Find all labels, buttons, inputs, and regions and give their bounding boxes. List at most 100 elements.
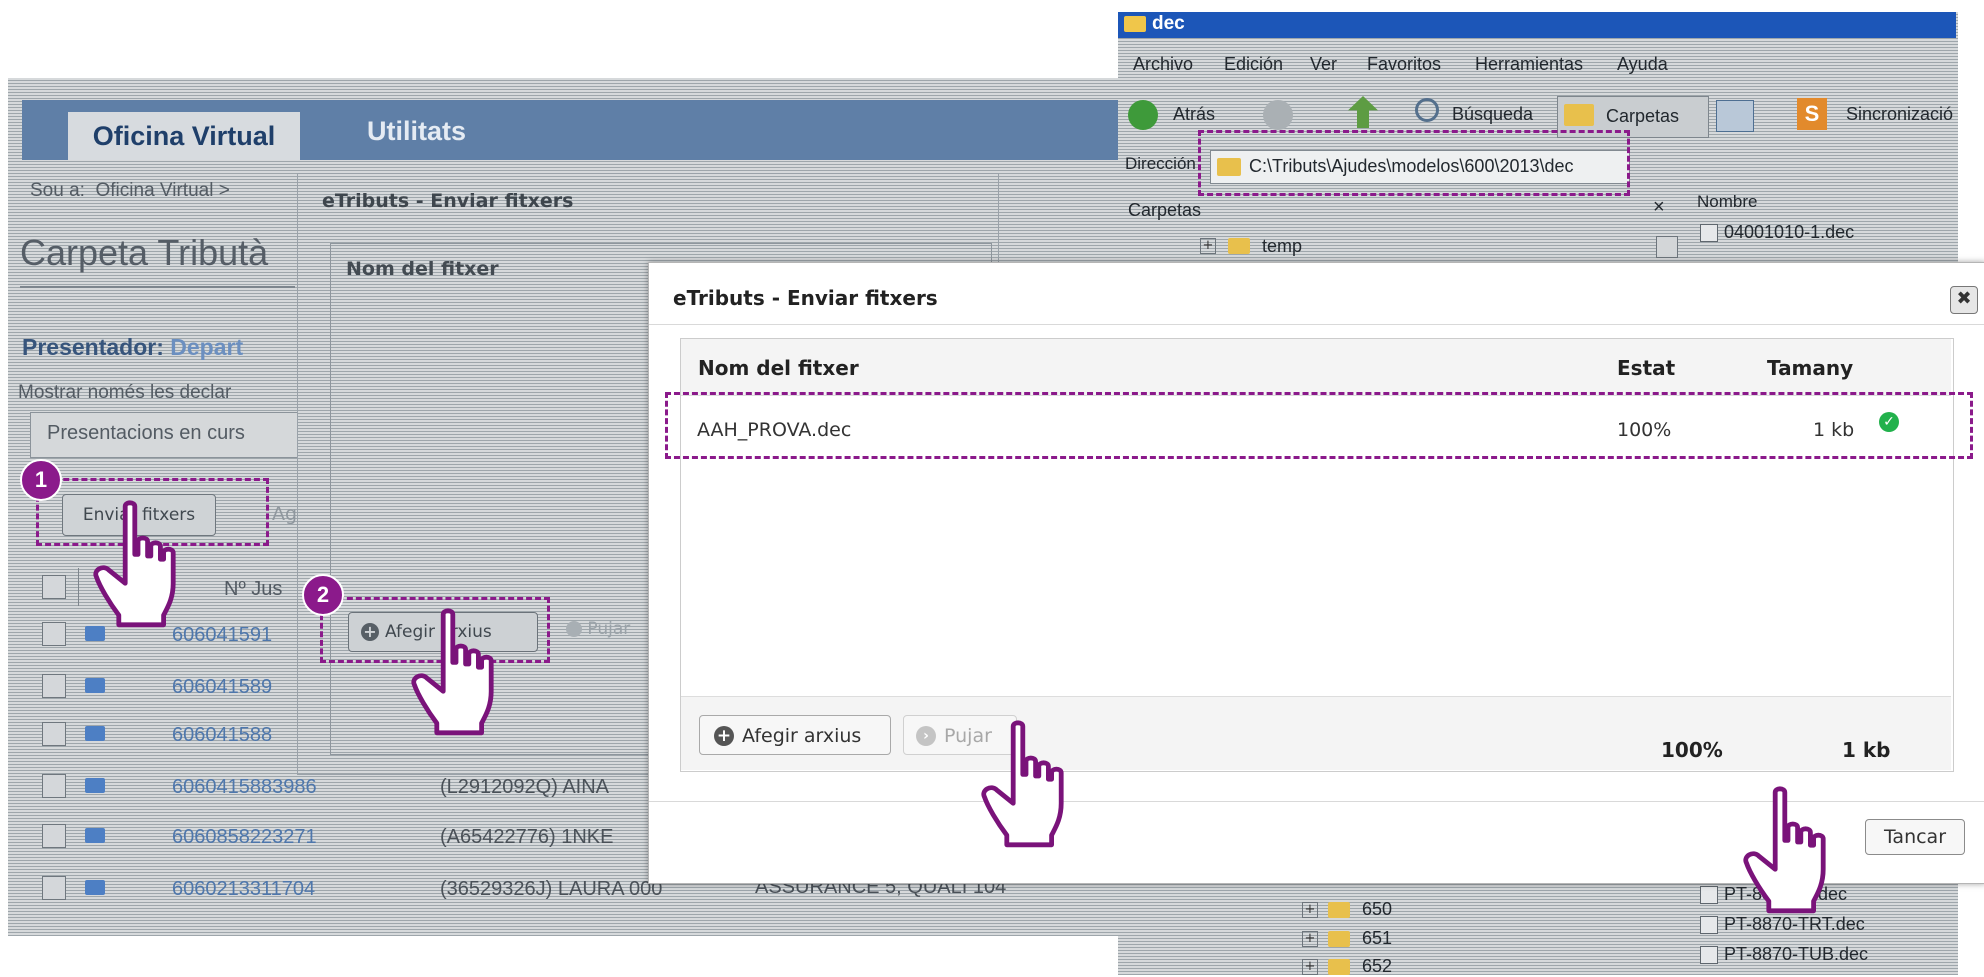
total-size: 1 kb <box>1842 738 1891 762</box>
toolbar-sync[interactable]: Sincronizació <box>1846 104 1953 125</box>
folder-icon[interactable] <box>85 726 105 741</box>
file-list-header: Nom del fitxer Estat Tamany <box>681 339 1951 396</box>
close-icon[interactable]: ✖ <box>1950 286 1978 314</box>
mid-pujar-label: Pujar <box>587 619 631 639</box>
tree-item-temp[interactable]: temp <box>1262 236 1302 257</box>
toolbar-search[interactable]: Búsqueda <box>1452 104 1533 125</box>
row-checkbox[interactable] <box>42 674 66 698</box>
column-header-size: Tamany <box>1767 356 1854 380</box>
explorer-title: dec <box>1152 13 1185 34</box>
name-column-header[interactable]: Nombre <box>1697 192 1757 212</box>
close-icon[interactable]: × <box>1653 196 1665 219</box>
scroll-up-button[interactable] <box>1656 236 1678 258</box>
folder-icon[interactable] <box>85 626 105 641</box>
nav-tab-utilitats[interactable]: Utilitats <box>367 114 466 148</box>
page-title: Carpeta Tributà <box>20 232 269 273</box>
presentador-line: Presentador: Depart <box>22 334 243 361</box>
afegir-arxius-label: Afegir arxius <box>742 725 862 747</box>
row-description: (L2912092Q) AINA <box>440 776 609 798</box>
expand-icon[interactable]: + <box>1302 902 1318 918</box>
plus-circle-icon: + <box>714 726 734 746</box>
folder-icon[interactable] <box>85 778 105 793</box>
filter-label: Mostrar només les declar <box>18 382 232 403</box>
web-nav-bar: Oficina Virtual Utilitats <box>22 100 1128 160</box>
folder-icon <box>1328 931 1350 947</box>
hand-pointer-icon <box>981 720 1064 848</box>
folder-icon <box>1328 902 1350 918</box>
ag-button-fragment[interactable]: Ag <box>272 503 297 525</box>
column-header-status: Estat <box>1617 356 1676 380</box>
menu-ver[interactable]: Ver <box>1310 54 1337 75</box>
folder-icon[interactable] <box>85 678 105 693</box>
row-checkbox[interactable] <box>42 774 66 798</box>
expand-icon[interactable]: + <box>1302 959 1318 975</box>
toolbar-back[interactable]: Atrás <box>1173 104 1215 125</box>
row-checkbox[interactable] <box>42 622 66 646</box>
presentations-select[interactable]: Presentacions en curs <box>30 412 302 458</box>
row-checkbox[interactable] <box>42 876 66 900</box>
hand-pointer-icon <box>411 608 494 736</box>
file-icon <box>1700 224 1718 242</box>
file-icon <box>1700 886 1718 904</box>
mid-dialog-title: eTributs - Enviar fitxers <box>322 190 574 212</box>
file-item[interactable]: PT-8870-TUB.dec <box>1724 944 1868 965</box>
row-id-link[interactable]: 6060213311704 <box>172 878 315 901</box>
mid-pujar-button[interactable]: Pujar <box>566 619 630 639</box>
expand-icon[interactable]: + <box>1200 238 1216 254</box>
views-icon[interactable] <box>1716 100 1754 132</box>
arrow-circle-icon <box>566 621 582 637</box>
breadcrumb: Sou a: Oficina Virtual > <box>30 180 230 202</box>
explorer-titlebar <box>1118 12 1956 38</box>
dialog-title: eTributs - Enviar fitxers <box>673 286 938 310</box>
row-id-link[interactable]: 6060858223271 <box>172 826 317 849</box>
presentador-value: Depart <box>170 334 244 360</box>
row-id-link[interactable]: 6060415883986 <box>172 776 317 799</box>
divider <box>649 324 1984 325</box>
row-id-link[interactable]: 606041589 <box>172 676 272 699</box>
expand-icon[interactable]: + <box>1302 931 1318 947</box>
folder-icon[interactable] <box>85 828 105 843</box>
step-badge-2: 2 <box>302 574 344 616</box>
presentador-label: Presentador: <box>22 334 164 360</box>
tree-item[interactable]: 650 <box>1362 899 1392 920</box>
back-arrow-icon[interactable] <box>1128 100 1158 130</box>
menu-herramientas[interactable]: Herramientas <box>1475 54 1583 75</box>
column-header-name: Nom del fitxer <box>698 356 859 380</box>
search-icon[interactable] <box>1415 98 1439 122</box>
title-underline <box>20 286 295 288</box>
row-id-link[interactable]: 606041591 <box>172 624 272 647</box>
address-label: Dirección <box>1125 154 1196 173</box>
afegir-arxius-button[interactable]: + Afegir arxius <box>699 715 891 755</box>
menu-favoritos[interactable]: Favoritos <box>1367 54 1441 75</box>
forward-arrow-icon[interactable] <box>1263 100 1293 130</box>
menu-ayuda[interactable]: Ayuda <box>1617 54 1668 75</box>
file-item[interactable]: PT-8870-TRT.dec <box>1724 914 1865 935</box>
folder-icon <box>1328 959 1350 975</box>
menu-edicion[interactable]: Edición <box>1224 54 1283 75</box>
mid-column-name: Nom del fitxer <box>346 258 499 280</box>
breadcrumb-item[interactable]: Oficina Virtual > <box>96 180 230 201</box>
row-id-link[interactable]: 606041588 <box>172 724 272 747</box>
select-all-checkbox[interactable] <box>42 575 66 599</box>
tree-item[interactable]: 652 <box>1362 956 1392 977</box>
file-item[interactable]: 04001010-1.dec <box>1724 222 1854 243</box>
nav-tab-oficina-virtual[interactable]: Oficina Virtual <box>68 112 300 160</box>
sync-icon[interactable]: S <box>1797 98 1827 130</box>
file-icon <box>1700 946 1718 964</box>
total-progress: 100% <box>1661 738 1723 762</box>
column-header-njus: Nº Jus <box>224 578 283 600</box>
menu-archivo[interactable]: Archivo <box>1133 54 1193 75</box>
toolbar-folders[interactable]: Carpetas <box>1606 106 1679 127</box>
folder-icon <box>1228 238 1250 254</box>
arrow-circle-icon: › <box>916 726 936 746</box>
column-divider <box>78 568 79 606</box>
tancar-button[interactable]: Tancar <box>1865 819 1965 855</box>
tree-item[interactable]: 651 <box>1362 928 1392 949</box>
highlight-file-row <box>665 392 1973 459</box>
row-checkbox[interactable] <box>42 824 66 848</box>
folder-icon[interactable] <box>85 880 105 895</box>
hand-pointer-icon <box>1743 786 1826 914</box>
row-checkbox[interactable] <box>42 722 66 746</box>
step-badge-1: 1 <box>20 459 62 501</box>
row-description: (36529326J) LAURA 000 <box>440 878 663 900</box>
